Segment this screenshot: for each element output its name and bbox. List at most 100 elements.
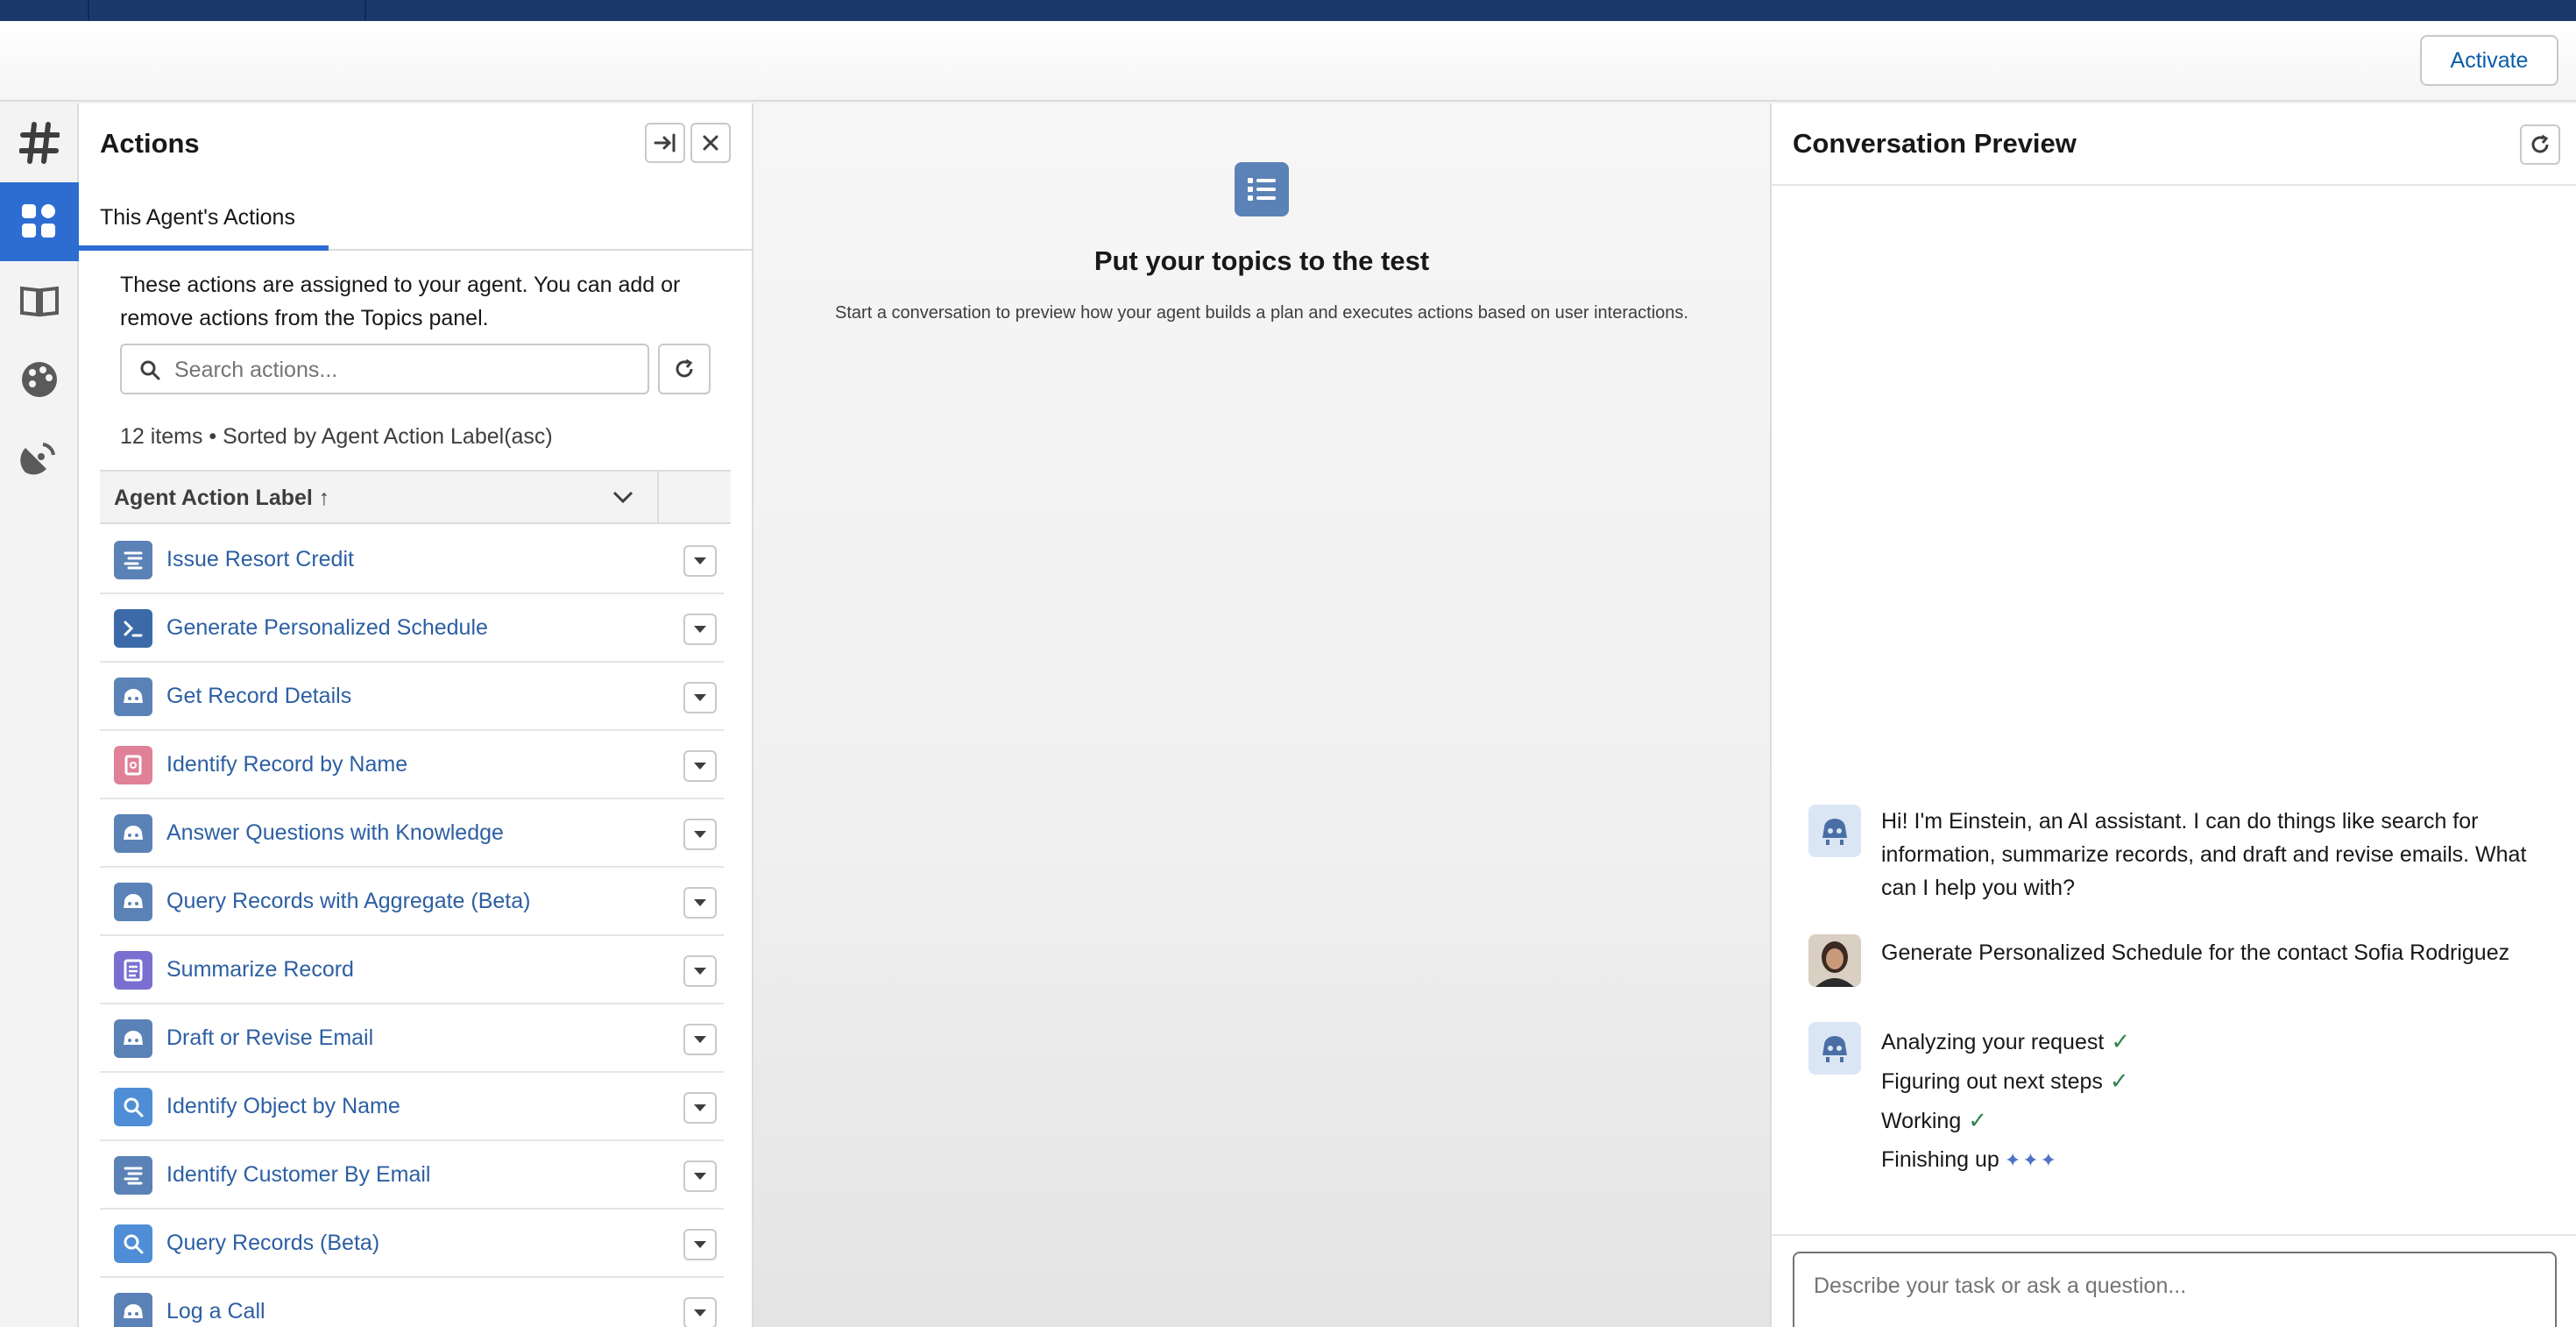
palette-icon (22, 362, 57, 397)
row-actions-menu-button[interactable] (683, 682, 717, 713)
row-actions-menu-button[interactable] (683, 1160, 717, 1192)
sparkle-icon: ✦✦✦ (2004, 1149, 2059, 1171)
action-label-link[interactable]: Summarize Record (166, 957, 354, 983)
caret-down-icon (694, 831, 706, 838)
search-input[interactable] (174, 356, 630, 384)
progress-step-label: Analyzing your request (1881, 1030, 2105, 1054)
user-message: Generate Personalized Schedule for the c… (1881, 940, 2510, 965)
table-row: Summarize Record (100, 936, 724, 1004)
action-label-link[interactable]: Identify Customer By Email (166, 1162, 431, 1188)
conversation-title: Conversation Preview (1793, 128, 2077, 159)
progress-step: Figuring out next steps ✓ (1881, 1061, 2130, 1101)
table-row: Generate Personalized Schedule (100, 594, 724, 663)
caret-down-icon (694, 626, 706, 633)
action-label-link[interactable]: Answer Questions with Knowledge (166, 820, 504, 846)
rail-item-appearance[interactable] (0, 340, 79, 419)
action-label-link[interactable]: Query Records with Aggregate (Beta) (166, 889, 530, 914)
row-actions-menu-button[interactable] (683, 614, 717, 645)
top-nav-bar (0, 0, 2576, 21)
row-actions-menu-button[interactable] (683, 1229, 717, 1260)
table-row: Get Record Details (100, 663, 724, 731)
chat-input-box (1793, 1252, 2557, 1327)
items-count: 12 items • Sorted by Agent Action Label(… (120, 424, 553, 449)
row-actions-menu-button[interactable] (683, 819, 717, 850)
table-row: Identify Customer By Email (100, 1141, 724, 1210)
table-row: Query Records (Beta) (100, 1210, 724, 1278)
prompt-icon (114, 609, 152, 648)
empty-state-subtitle: Start a conversation to preview how your… (835, 303, 1688, 323)
nav-divider (364, 0, 366, 21)
refresh-icon (2531, 134, 2549, 153)
bot-icon (1822, 819, 1847, 845)
search-box (120, 344, 649, 394)
book-icon (20, 286, 59, 317)
summary-icon (114, 951, 152, 990)
caret-down-icon (694, 763, 706, 770)
row-actions-menu-button[interactable] (683, 1297, 717, 1327)
einstein-icon (114, 1293, 152, 1327)
grid-icon (22, 204, 55, 238)
tab-active-indicator (79, 245, 329, 251)
einstein-avatar (1808, 1022, 1861, 1075)
close-panel-button[interactable] (690, 123, 731, 163)
progress-steps: Analyzing your request ✓ Figuring out nex… (1881, 1022, 2130, 1180)
action-label-link[interactable]: Identify Object by Name (166, 1094, 400, 1119)
action-label-link[interactable]: Generate Personalized Schedule (166, 615, 488, 641)
table-row: Identify Record by Name (100, 731, 724, 799)
refresh-actions-button[interactable] (658, 344, 711, 394)
caret-down-icon (694, 899, 706, 906)
action-label-link[interactable]: Query Records (Beta) (166, 1231, 379, 1256)
page-header: Activate (0, 21, 2576, 102)
bot-icon (1822, 1036, 1847, 1062)
action-label-link[interactable]: Identify Record by Name (166, 752, 407, 777)
row-actions-menu-button[interactable] (683, 955, 717, 987)
einstein-icon (114, 883, 152, 921)
caret-down-icon (694, 694, 706, 701)
progress-step-label: Finishing up (1881, 1147, 1999, 1172)
column-header-label[interactable]: Agent Action Label ↑ (114, 486, 329, 511)
rail-item-hash[interactable] (0, 103, 79, 182)
progress-step: Analyzing your request ✓ (1881, 1022, 2130, 1061)
rail-item-actions[interactable] (0, 182, 79, 261)
caret-down-icon (694, 1241, 706, 1248)
check-icon: ✓ (2111, 1028, 2131, 1054)
tab-this-agents-actions[interactable]: This Agent's Actions (100, 205, 295, 231)
chevron-down-icon[interactable] (612, 489, 634, 505)
caret-down-icon (694, 557, 706, 564)
rail-item-library[interactable] (0, 261, 79, 340)
progress-step-label: Figuring out next steps (1881, 1069, 2103, 1094)
rail-item-connections[interactable] (0, 419, 79, 498)
caret-down-icon (694, 1309, 706, 1316)
chat-input[interactable] (1814, 1271, 2532, 1301)
activate-button[interactable]: Activate (2420, 35, 2558, 86)
row-actions-menu-button[interactable] (683, 887, 717, 919)
action-label-link[interactable]: Issue Resort Credit (166, 547, 354, 572)
collapse-panel-button[interactable] (645, 123, 685, 163)
progress-step: Working ✓ (1881, 1101, 2130, 1140)
table-row: Draft or Revise Email (100, 1004, 724, 1073)
progress-step: Finishing up ✦✦✦ (1881, 1140, 2130, 1180)
action-label-link[interactable]: Draft or Revise Email (166, 1025, 373, 1051)
row-actions-menu-button[interactable] (683, 750, 717, 782)
caret-down-icon (694, 1036, 706, 1043)
column-divider (657, 472, 659, 524)
table-header: Agent Action Label ↑ (100, 470, 731, 524)
actions-panel: Actions This Agent's Actions These actio… (79, 103, 754, 1327)
bot-greeting-message: Hi! I'm Einstein, an AI assistant. I can… (1881, 809, 2527, 900)
reset-conversation-button[interactable] (2520, 124, 2560, 165)
close-icon (703, 135, 718, 151)
refresh-icon (676, 358, 693, 378)
search-icon (140, 360, 160, 380)
action-label-link[interactable]: Log a Call (166, 1299, 265, 1324)
row-actions-menu-button[interactable] (683, 545, 717, 577)
progress-step-label: Working (1881, 1109, 1962, 1133)
row-actions-menu-button[interactable] (683, 1092, 717, 1124)
action-label-link[interactable]: Get Record Details (166, 684, 351, 709)
row-actions-menu-button[interactable] (683, 1024, 717, 1055)
search-icon (114, 1224, 152, 1263)
input-divider (1772, 1234, 2576, 1236)
table-row: Issue Resort Credit (100, 526, 724, 594)
left-rail (0, 103, 79, 1327)
plan-canvas: Put your topics to the test Start a conv… (754, 103, 1770, 1327)
einstein-icon (114, 1019, 152, 1058)
